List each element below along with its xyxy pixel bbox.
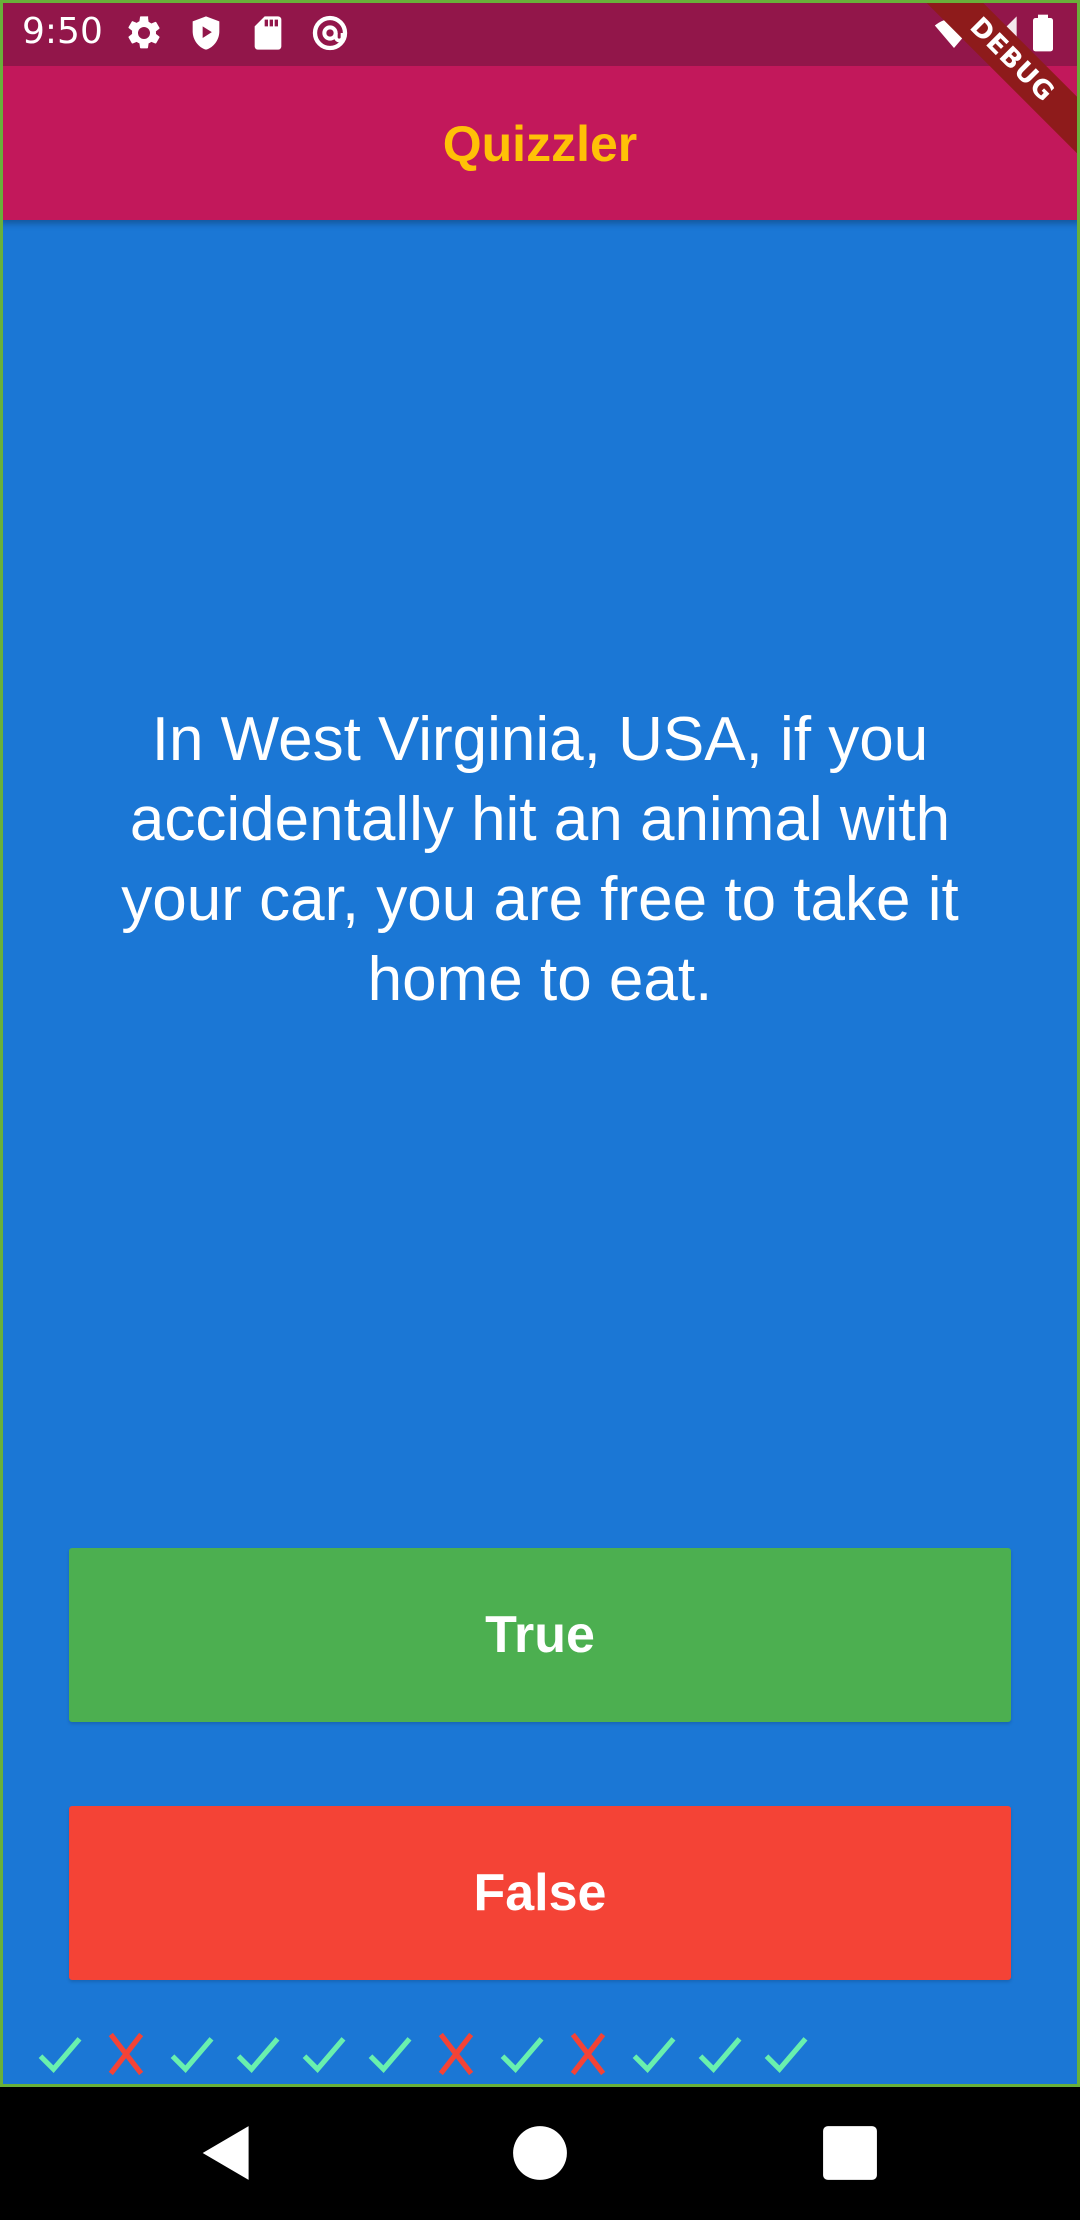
- gear-icon: [128, 16, 160, 49]
- check-icon: [170, 2037, 214, 2073]
- debug-label: DEBUG: [920, 0, 1080, 159]
- play-shield-icon: [192, 16, 220, 50]
- debug-banner: DEBUG: [920, 0, 1080, 160]
- check-icon: [302, 2037, 346, 2073]
- check-icon: [368, 2037, 412, 2073]
- check-icon: [764, 2037, 808, 2073]
- check-icon: [236, 2037, 280, 2073]
- close-icon: [570, 2032, 606, 2076]
- close-icon: [438, 2032, 474, 2076]
- false-button[interactable]: False: [69, 1806, 1011, 1980]
- question-text: In West Virginia, USA, if you accidental…: [121, 705, 959, 1014]
- recents-icon[interactable]: [812, 2115, 888, 2191]
- check-icon: [500, 2037, 544, 2073]
- true-button[interactable]: True: [69, 1548, 1011, 1722]
- app-frame-outline: [0, 0, 1080, 2087]
- sd-card-icon: [254, 16, 282, 50]
- check-icon: [38, 2037, 82, 2073]
- back-icon[interactable]: [190, 2115, 266, 2191]
- navigation-bar: [0, 2087, 1080, 2220]
- score-keeper: [30, 2028, 816, 2080]
- at-sign-icon: [312, 15, 348, 51]
- app-title: Quizzler: [442, 116, 638, 172]
- status-time: 9:50: [22, 11, 103, 52]
- check-icon: [698, 2037, 742, 2073]
- close-icon: [108, 2032, 144, 2076]
- check-icon: [632, 2037, 676, 2073]
- quizzler-screen: 9:50 Quizzler DEBUG In West Virginia, US…: [0, 0, 1080, 2220]
- app-bar: Quizzler: [0, 66, 1080, 220]
- home-icon[interactable]: [502, 2115, 578, 2191]
- status-bar: 9:50: [0, 0, 1080, 66]
